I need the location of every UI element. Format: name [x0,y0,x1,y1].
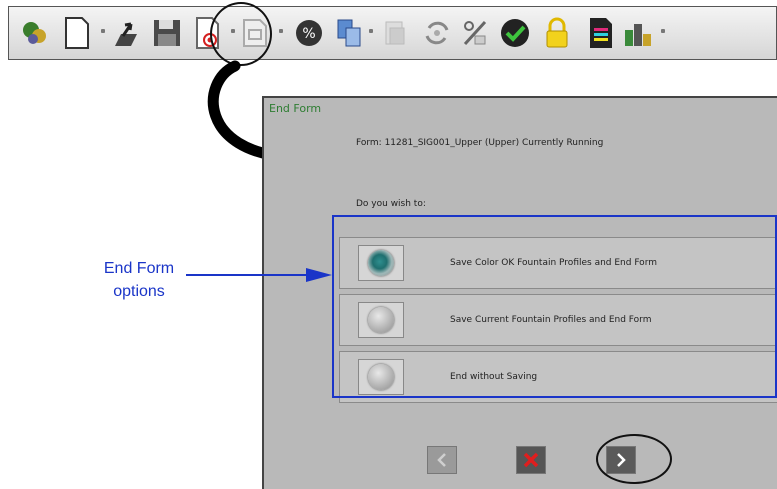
export-icon[interactable] [109,14,145,52]
save-icon[interactable] [149,14,185,52]
chevron-left-icon [437,453,446,467]
toolbar-separator [369,29,373,33]
next-button-highlight-circle [596,434,672,484]
form-status-text: Form: 11281_SIG001_Upper (Upper) Current… [356,138,604,148]
dialog-title: End Form [269,102,322,115]
cancel-button[interactable] [516,446,546,474]
refresh-icon[interactable] [419,14,455,52]
tools-icon[interactable] [621,14,657,52]
toolbar-separator [279,29,283,33]
options-highlight-box [332,215,777,398]
percent-icon[interactable]: % [291,14,327,52]
toolbar: % [8,6,777,60]
copy-icon[interactable] [331,14,367,52]
edit-icon[interactable] [457,14,493,52]
toolbar-separator [101,29,105,33]
end-form-icon-highlight-circle [210,2,272,66]
report-icon[interactable] [583,14,619,52]
back-button[interactable] [427,446,457,474]
color-ok-icon[interactable] [497,14,533,52]
dialog-prompt: Do you wish to: [356,199,426,209]
lock-icon[interactable] [539,14,575,52]
toolbar-separator [661,29,665,33]
new-document-icon[interactable] [59,14,95,52]
callout-arrow-icon [186,268,332,282]
print-icon[interactable] [377,14,413,52]
jobs-icon[interactable] [17,14,53,52]
svg-text:%: % [302,26,315,42]
close-icon [523,452,539,468]
